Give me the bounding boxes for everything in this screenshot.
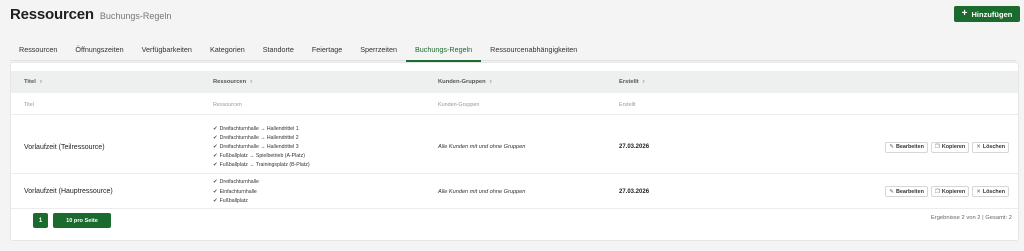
- edit-button-label: Bearbeiten: [896, 144, 924, 150]
- tab-sperrzeiten[interactable]: Sperrzeiten: [351, 37, 406, 61]
- tab-buchungs-regeln[interactable]: Buchungs-Regeln: [406, 37, 482, 62]
- per-page-select[interactable]: 10 pro Seite: [53, 213, 111, 228]
- tab-ressourcenabhaengigkeiten[interactable]: Ressourcenabhängigkeiten: [481, 37, 586, 61]
- copy-icon: ❐: [934, 144, 940, 150]
- edit-icon: ✎: [889, 144, 895, 150]
- row-title: Vorlaufzeit (Hauptressource): [24, 188, 113, 195]
- column-header-created-label: Erstellt: [619, 79, 639, 85]
- page-button[interactable]: 1: [33, 213, 48, 228]
- list-item: ✔ Dreifachturnhalle → Hallendrittel 1: [213, 125, 310, 133]
- list-item: ✔ Fußballplatz: [213, 197, 259, 205]
- plus-icon: +: [961, 8, 968, 19]
- row-created: 27.03.2026: [619, 188, 650, 195]
- row-created: 27.03.2026: [619, 144, 650, 150]
- resource-label: Fußballplatz: [219, 197, 248, 204]
- check-icon: ✔: [213, 144, 218, 150]
- resource-label: Dreifachturnhalle: [219, 179, 259, 186]
- column-header-title[interactable]: Titel ⇕: [24, 71, 43, 93]
- resource-label: Dreifachturnhalle → Hallendrittel 1: [219, 125, 299, 132]
- close-icon: ✕: [976, 188, 981, 195]
- check-icon: ✔: [213, 153, 218, 160]
- table-row: Vorlaufzeit (Teilressource) ✔ Dreifachtur…: [11, 121, 1018, 174]
- page-subtitle: Buchungs-Regeln: [99, 11, 172, 21]
- row-resources: ✔ Dreifachturnhalle → Hallendrittel 1 ✔ Dr…: [213, 121, 310, 173]
- check-icon: ✔: [213, 197, 218, 204]
- resource-label: Einfachturnhalle: [219, 188, 257, 195]
- row-groups: Alle Kunden mit und ohne Gruppen: [438, 144, 526, 150]
- check-icon: ✔: [213, 179, 218, 186]
- list-item: ✔ Dreifachturnhalle: [213, 178, 259, 186]
- tab-feiertage[interactable]: Feiertage: [303, 37, 351, 61]
- table-header: Titel ⇕ Ressourcen ⇕ Kunden-Gruppen ⇕ Er…: [11, 71, 1018, 93]
- resource-label: Fußballplatz → Spielbetrieb (A-Platz): [219, 153, 305, 160]
- row-actions: ✎ Bearbeiten ❐ Kopieren ✕ Löschen: [885, 121, 1009, 173]
- tab-verfuegbarkeiten[interactable]: Verfügbarkeiten: [133, 37, 201, 61]
- filter-groups-input[interactable]: Kunden-Gruppen: [438, 95, 479, 115]
- edit-button[interactable]: ✎ Bearbeiten: [885, 186, 928, 197]
- list-item: ✔ Fußballplatz → Trainingsplatz (B-Platz): [213, 161, 310, 169]
- row-groups: Alle Kunden mit und ohne Gruppen: [438, 188, 526, 195]
- sort-icon: ⇕: [38, 79, 43, 84]
- pagination: 1 10 pro Seite: [33, 213, 111, 228]
- column-header-resources-label: Ressourcen: [213, 79, 247, 85]
- add-button[interactable]: + Hinzufügen: [954, 6, 1020, 22]
- sort-icon: ⇕: [249, 79, 253, 84]
- rules-table-card: Titel ⇕ Ressourcen ⇕ Kunden-Gruppen ⇕ Er…: [10, 62, 1019, 241]
- copy-button[interactable]: ❐ Kopieren: [930, 141, 970, 153]
- resource-label: Fußballplatz → Trainingsplatz (B-Platz): [219, 162, 310, 169]
- copy-button-label: Kopieren: [941, 144, 966, 150]
- filter-resources-input[interactable]: Ressourcen: [213, 95, 242, 115]
- edit-icon: ✎: [889, 188, 895, 195]
- filter-title-input[interactable]: Titel: [24, 95, 34, 115]
- column-header-created[interactable]: Erstellt ⇕: [619, 71, 645, 93]
- delete-button-label: Löschen: [982, 144, 1005, 150]
- filter-created-input[interactable]: Erstellt: [619, 95, 635, 115]
- check-icon: ✔: [213, 188, 218, 195]
- check-icon: ✔: [213, 134, 218, 141]
- column-header-groups-label: Kunden-Gruppen: [438, 79, 486, 85]
- check-icon: ✔: [213, 125, 218, 132]
- column-header-groups[interactable]: Kunden-Gruppen ⇕: [438, 71, 492, 93]
- table-row: Vorlaufzeit (Hauptressource) ✔ Dreifachtu…: [11, 175, 1018, 209]
- row-actions: ✎ Bearbeiten ❐ Kopieren ✕ Löschen: [885, 175, 1009, 208]
- copy-icon: ❐: [934, 188, 940, 195]
- close-icon: ✕: [976, 144, 981, 150]
- tab-oeffnungszeiten[interactable]: Öffnungszeiten: [66, 37, 132, 61]
- tab-standorte[interactable]: Standorte: [254, 37, 303, 61]
- page-title: Ressourcen: [10, 6, 94, 23]
- copy-button[interactable]: ❐ Kopieren: [930, 186, 970, 197]
- delete-button[interactable]: ✕ Löschen: [972, 141, 1009, 153]
- list-item: ✔ Einfachturnhalle: [213, 188, 259, 196]
- list-item: ✔ Fußballplatz → Spielbetrieb (A-Platz): [213, 152, 310, 160]
- page-header: Ressourcen Buchungs-Regeln: [10, 6, 171, 28]
- sort-icon: ⇕: [641, 79, 646, 84]
- tab-kategorien[interactable]: Kategorien: [201, 37, 254, 61]
- column-header-resources[interactable]: Ressourcen ⇕: [213, 71, 253, 93]
- copy-button-label: Kopieren: [941, 188, 966, 195]
- delete-button[interactable]: ✕ Löschen: [972, 186, 1009, 197]
- sort-icon: ⇕: [488, 79, 493, 84]
- result-count: Ergebnisse 2 von 2 | Gesamt: 2: [930, 215, 1012, 221]
- resource-label: Dreifachturnhalle → Hallendrittel 2: [219, 134, 299, 141]
- list-item: ✔ Dreifachturnhalle → Hallendrittel 2: [213, 134, 310, 142]
- tab-ressourcen[interactable]: Ressourcen: [10, 37, 66, 61]
- delete-button-label: Löschen: [982, 188, 1005, 195]
- row-resources: ✔ Dreifachturnhalle ✔ Einfachturnhalle ✔ Fu…: [213, 175, 259, 208]
- edit-button-label: Bearbeiten: [896, 188, 924, 195]
- edit-button[interactable]: ✎ Bearbeiten: [885, 141, 928, 153]
- tab-bar: Ressourcen Öffnungszeiten Verfügbarkeite…: [10, 37, 1016, 62]
- add-button-label: Hinzufügen: [971, 9, 1013, 19]
- check-icon: ✔: [213, 162, 218, 169]
- list-item: ✔ Dreifachturnhalle → Hallendrittel 3: [213, 143, 310, 151]
- row-title: Vorlaufzeit (Teilressource): [24, 143, 105, 151]
- filter-row: Titel Ressourcen Kunden-Gruppen Erstellt: [11, 95, 1018, 115]
- column-header-title-label: Titel: [24, 79, 36, 85]
- resource-label: Dreifachturnhalle → Hallendrittel 3: [219, 144, 299, 150]
